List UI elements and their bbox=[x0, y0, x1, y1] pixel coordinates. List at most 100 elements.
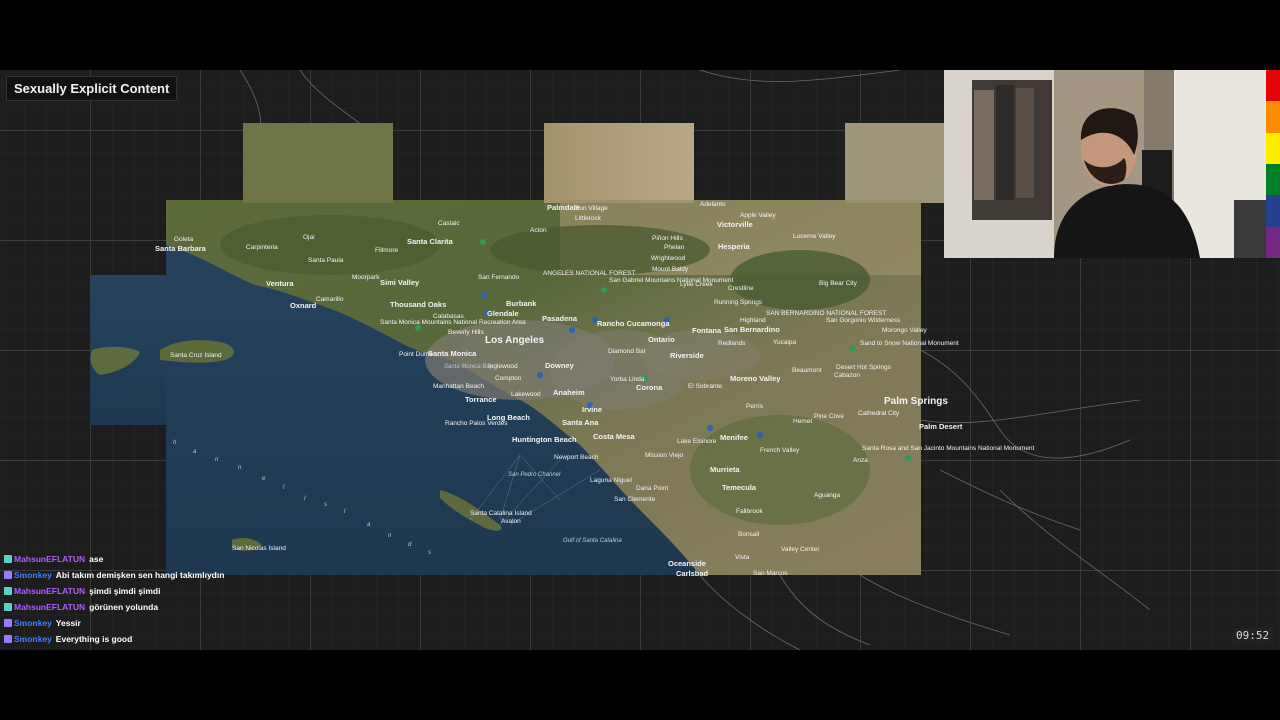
label-oxnard: Oxnard bbox=[290, 301, 317, 310]
label-fontana: Fontana bbox=[692, 326, 722, 335]
rainbow-stripe-orange bbox=[1266, 101, 1280, 133]
label-inglewood: Inglewood bbox=[488, 363, 518, 370]
label-hemet: Hemet bbox=[793, 418, 812, 425]
label-santa-rosa-monument: Santa Rosa and San Jacinto Mountains Nat… bbox=[862, 445, 1035, 452]
label-san-bernardino-forest: SAN BERNARDINO NATIONAL FOREST bbox=[766, 310, 886, 317]
rainbow-stripe-blue bbox=[1266, 195, 1280, 227]
label-perris: Perris bbox=[746, 403, 764, 410]
label-santa-monica-bay: Santa Monica Bay bbox=[444, 364, 494, 370]
label-palm-springs: Palm Springs bbox=[884, 396, 948, 407]
label-phelan: Phelan bbox=[664, 244, 685, 251]
label-french-valley: French Valley bbox=[760, 447, 800, 454]
chat-message: MahsunEFLATUN görünen yolunda bbox=[4, 599, 404, 615]
label-pasadena: Pasadena bbox=[542, 314, 578, 323]
label-san-marcos: San Marcos bbox=[753, 570, 788, 577]
label-costa-mesa: Costa Mesa bbox=[593, 432, 636, 441]
label-moorpark: Moorpark bbox=[352, 274, 380, 281]
label-mission-viejo: Mission Viejo bbox=[645, 452, 684, 459]
label-fallbrook: Fallbrook bbox=[736, 508, 763, 515]
label-san-fernando: San Fernando bbox=[478, 274, 520, 281]
label-diamond-bar: Diamond Bar bbox=[608, 348, 647, 355]
label-aguanga: Aguanga bbox=[814, 492, 840, 499]
label-carlsbad: Carlsbad bbox=[676, 569, 709, 578]
chat-badge-icon bbox=[4, 555, 12, 563]
label-ventura: Ventura bbox=[266, 279, 294, 288]
label-san-gabriel-mountains: San Gabriel Mountains National Monument bbox=[609, 277, 733, 284]
label-sun-village: Sun Village bbox=[575, 205, 608, 212]
webcam-feed bbox=[944, 70, 1266, 258]
label-ontario: Ontario bbox=[648, 335, 675, 344]
label-victorville: Victorville bbox=[717, 220, 753, 229]
label-san-clemente: San Clemente bbox=[614, 496, 656, 503]
chat-text: ase bbox=[89, 554, 104, 564]
label-lytle-creek: Lytle Creek bbox=[680, 281, 713, 288]
label-pine-cove: Pine Cove bbox=[814, 413, 844, 420]
label-sand-to-snow: Sand to Snow National Monument bbox=[860, 340, 959, 347]
label-downey: Downey bbox=[545, 361, 575, 370]
chat-username: Smonkey bbox=[14, 634, 52, 644]
label-simi-valley: Simi Valley bbox=[380, 278, 420, 287]
label-murrieta: Murrieta bbox=[710, 465, 740, 474]
label-santa-monica: Santa Monica bbox=[428, 349, 477, 358]
label-laguna-niguel: Laguna Niguel bbox=[590, 477, 632, 484]
rainbow-bar bbox=[1266, 70, 1280, 258]
label-angeles-forest: ANGELES NATIONAL FOREST bbox=[543, 270, 635, 277]
label-santa-clarita: Santa Clarita bbox=[407, 237, 454, 246]
label-anaheim: Anaheim bbox=[553, 388, 585, 397]
label-morongo-valley: Morongo Valley bbox=[882, 327, 927, 334]
label-anza: Anza bbox=[853, 457, 868, 464]
label-cabazon: Cabazon bbox=[834, 372, 860, 379]
label-dana-point: Dana Point bbox=[636, 485, 668, 492]
chat-badge-icon bbox=[4, 619, 12, 627]
label-yucaipa: Yucaipa bbox=[773, 339, 797, 346]
chat-username: MahsunEFLATUN bbox=[14, 602, 86, 612]
label-temecula: Temecula bbox=[722, 483, 757, 492]
label-castaic: Castaic bbox=[438, 220, 460, 227]
svg-text:s: s bbox=[324, 502, 327, 508]
label-running-springs: Running Springs bbox=[714, 299, 763, 306]
chat-message: Smonkey Yessir bbox=[4, 615, 404, 631]
chat-username: MahsunEFLATUN bbox=[14, 554, 86, 564]
label-menifee: Menifee bbox=[720, 433, 748, 442]
label-littlerock: Littlerock bbox=[575, 215, 602, 222]
chat-overlay: MahsunEFLATUN ase Smonkey Abi takım demişke… bbox=[4, 551, 404, 647]
chat-badge-icon bbox=[4, 571, 12, 579]
label-san-pedro-channel: San Pedro Channel bbox=[508, 472, 561, 478]
streamer-image bbox=[944, 70, 1266, 258]
label-rancho-cucamonga: Rancho Cucamonga bbox=[597, 319, 670, 328]
label-moreno-valley: Moreno Valley bbox=[730, 374, 781, 383]
label-thousand-oaks: Thousand Oaks bbox=[390, 300, 446, 309]
label-manhattan-beach: Manhattan Beach bbox=[433, 383, 484, 390]
chat-text: şimdi şimdi şimdi bbox=[89, 586, 161, 596]
chat-username: Smonkey bbox=[14, 618, 52, 628]
label-goleta: Goleta bbox=[174, 236, 194, 243]
label-fillmore: Fillmore bbox=[375, 247, 398, 254]
label-san-gorgonio: San Gorgonio Wilderness bbox=[826, 317, 901, 324]
label-gulf-of-santa-catalina: Gulf of Santa Catalina bbox=[563, 538, 622, 544]
rainbow-stripe-yellow bbox=[1266, 132, 1280, 164]
stream-stage: Los Angeles Anaheim Santa Ana Long Beach… bbox=[0, 70, 1280, 650]
label-huntington-beach: Huntington Beach bbox=[512, 435, 577, 444]
label-santa-cruz-island: Santa Cruz Island bbox=[170, 352, 222, 359]
label-adelanto: Adelanto bbox=[700, 201, 726, 208]
chat-badge-icon bbox=[4, 603, 12, 611]
label-bonsall: Bonsall bbox=[738, 531, 760, 538]
label-camarillo: Camarillo bbox=[316, 296, 344, 303]
label-yorba-linda: Yorba Linda bbox=[610, 376, 645, 383]
label-hesperia: Hesperia bbox=[718, 242, 751, 251]
label-avalon: Avalon bbox=[501, 518, 521, 525]
label-corona: Corona bbox=[636, 383, 663, 392]
label-beaumont: Beaumont bbox=[792, 367, 822, 374]
chat-text: Yessir bbox=[55, 618, 81, 628]
label-newport-beach: Newport Beach bbox=[554, 454, 599, 461]
chat-badge-icon bbox=[4, 587, 12, 595]
label-mount-baldy: Mount Baldy bbox=[652, 266, 689, 273]
label-irvine: Irvine bbox=[582, 405, 602, 414]
label-big-bear-city: Big Bear City bbox=[819, 280, 858, 287]
chat-text: Abi takım demişken sen hangi takımlıydın bbox=[55, 570, 225, 580]
label-redlands: Redlands bbox=[718, 340, 746, 347]
chat-message: Smonkey Abi takım demişken sen hangi takı… bbox=[4, 567, 404, 583]
chat-message: MahsunEFLATUN şimdi şimdi şimdi bbox=[4, 583, 404, 599]
label-burbank: Burbank bbox=[506, 299, 537, 308]
label-ojai: Ojai bbox=[303, 234, 315, 241]
